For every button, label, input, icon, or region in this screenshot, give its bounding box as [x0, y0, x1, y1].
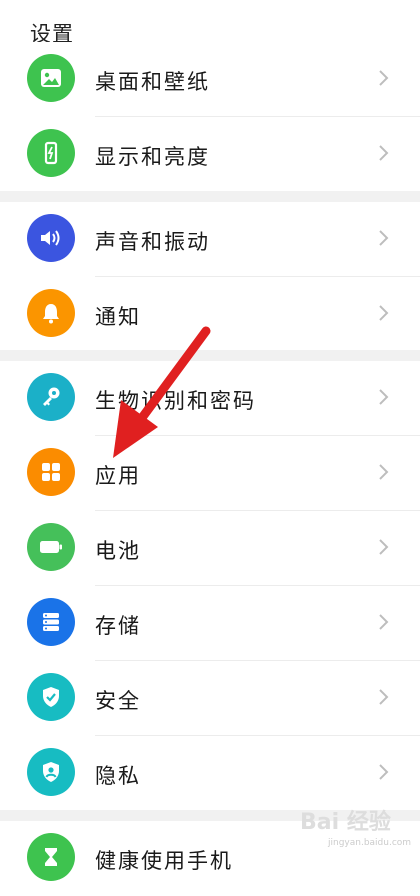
settings-item-display[interactable]: 显示和亮度: [0, 117, 420, 192]
sound-icon: [27, 214, 75, 262]
settings-item-storage[interactable]: 存储: [0, 586, 420, 661]
settings-item-wallpaper[interactable]: 桌面和壁纸: [0, 42, 420, 117]
hourglass-icon: [27, 833, 75, 881]
apps-icon: [27, 448, 75, 496]
chevron-right-icon: [379, 70, 389, 86]
watermark-url: jingyan.baidu.com: [328, 838, 412, 848]
section-separator: [0, 350, 420, 361]
key-icon: [27, 373, 75, 421]
item-label: 声音和振动: [95, 230, 210, 254]
section-separator: [0, 191, 420, 202]
item-label: 存储: [95, 614, 141, 638]
item-label: 显示和亮度: [95, 145, 210, 169]
item-label: 健康使用手机: [95, 849, 233, 873]
chevron-right-icon: [379, 230, 389, 246]
chevron-right-icon: [379, 764, 389, 780]
wallpaper-icon: [27, 54, 75, 102]
item-label: 生物识别和密码: [95, 389, 256, 413]
item-label: 隐私: [95, 764, 141, 788]
chevron-right-icon: [379, 614, 389, 630]
item-label: 应用: [95, 464, 141, 488]
settings-item-biometrics[interactable]: 生物识别和密码: [0, 361, 420, 436]
watermark-logo: Bai 经验: [300, 810, 391, 835]
privacy-icon: [27, 748, 75, 796]
item-label: 桌面和壁纸: [95, 70, 210, 94]
shield-check-icon: [27, 673, 75, 721]
battery-icon: [27, 523, 75, 571]
settings-item-privacy[interactable]: 隐私: [0, 736, 420, 811]
chevron-right-icon: [379, 539, 389, 555]
bell-icon: [27, 289, 75, 337]
chevron-right-icon: [379, 389, 389, 405]
settings-item-apps[interactable]: 应用: [0, 436, 420, 511]
chevron-right-icon: [379, 689, 389, 705]
settings-item-battery[interactable]: 电池: [0, 511, 420, 586]
item-label: 通知: [95, 305, 141, 329]
display-icon: [27, 129, 75, 177]
watermark: Bai 经验 jingyan.baidu.com: [300, 804, 412, 854]
item-label: 电池: [95, 539, 141, 563]
chevron-right-icon: [379, 305, 389, 321]
chevron-right-icon: [379, 145, 389, 161]
settings-item-notifications[interactable]: 通知: [0, 277, 420, 352]
storage-icon: [27, 598, 75, 646]
settings-item-security[interactable]: 安全: [0, 661, 420, 736]
item-label: 安全: [95, 689, 141, 713]
chevron-right-icon: [379, 464, 389, 480]
settings-item-sound[interactable]: 声音和振动: [0, 202, 420, 277]
